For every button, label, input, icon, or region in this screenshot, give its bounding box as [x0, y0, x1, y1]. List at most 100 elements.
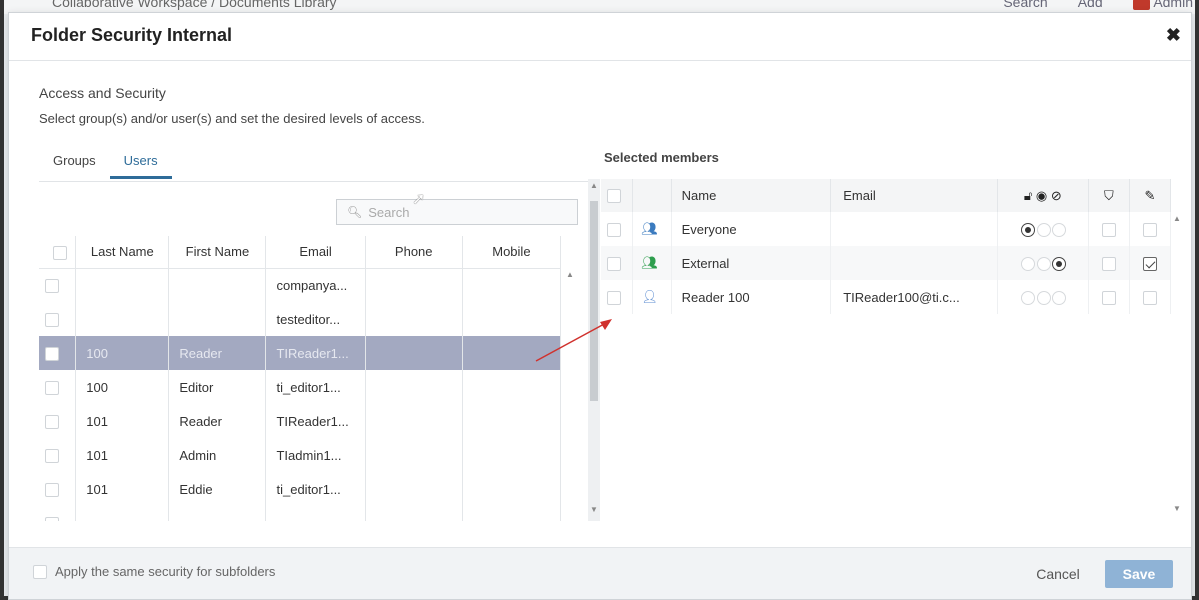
search-input[interactable]: 🔍︎ Search	[336, 199, 578, 225]
save-button[interactable]: Save	[1105, 560, 1173, 588]
access-full-radio[interactable]	[1021, 222, 1036, 237]
member-checkbox[interactable]	[601, 212, 634, 246]
column-mobile[interactable]: Mobile	[462, 236, 562, 269]
frame-border-right	[1195, 0, 1199, 600]
background-user: Admin	[1132, 0, 1193, 10]
access-radio-group	[997, 280, 1089, 314]
cell-last-name: 101	[75, 472, 170, 506]
members-table-scrollbar[interactable]: ▲ ▼	[1171, 212, 1183, 519]
column-email[interactable]: Email	[265, 236, 366, 269]
column-last-name[interactable]: Last Name	[75, 236, 170, 269]
bookmark-checkbox[interactable]	[1088, 246, 1130, 280]
table-row[interactable]	[39, 506, 562, 521]
apply-subfolders-option[interactable]: Apply the same security for subfolders	[33, 564, 275, 579]
row-checkbox[interactable]	[39, 404, 77, 438]
tab-groups[interactable]: Groups	[39, 151, 110, 179]
member-name: Reader 100	[671, 280, 832, 314]
access-view-radio[interactable]	[1036, 290, 1051, 305]
edit-checkbox[interactable]	[1129, 212, 1172, 246]
scroll-up-arrow-icon[interactable]: ▲	[566, 270, 574, 279]
scroll-up-arrow-icon[interactable]: ▲	[590, 181, 598, 190]
row-checkbox[interactable]	[39, 438, 77, 472]
cell-phone	[365, 268, 463, 302]
members-table-header: Name Email 🔓︎ ◉ ⊘ ⛉ ✎	[601, 179, 1172, 212]
column-name[interactable]: Name	[671, 179, 832, 212]
table-row[interactable]: 101 Reader TIReader1...	[39, 404, 562, 438]
cell-last-name	[75, 268, 170, 302]
table-row[interactable]: 101 Eddie ti_editor1...	[39, 472, 562, 506]
column-first-name[interactable]: First Name	[168, 236, 267, 269]
column-email[interactable]: Email	[830, 179, 998, 212]
cell-email: TIReader1...	[265, 404, 366, 438]
access-view-radio[interactable]	[1036, 256, 1051, 271]
no-access-icon: ⊘	[1050, 187, 1062, 203]
table-row[interactable]: testeditor...	[39, 302, 562, 336]
dialog-footer: Apply the same security for subfolders C…	[9, 547, 1191, 599]
select-all-checkbox[interactable]	[39, 236, 77, 269]
selected-members-table: Name Email 🔓︎ ◉ ⊘ ⛉ ✎ 👥︎ Everyone 👥︎ Ext…	[601, 179, 1172, 314]
cell-first-name: Editor	[168, 370, 267, 404]
cell-phone	[365, 472, 463, 506]
selected-members-title: Selected members	[604, 150, 719, 165]
cell-phone	[365, 336, 463, 370]
bookmark-checkbox[interactable]	[1088, 212, 1130, 246]
cell-email: companya...	[265, 268, 366, 302]
cell-phone	[365, 438, 463, 472]
cell-last-name: 101	[75, 438, 170, 472]
access-none-radio[interactable]	[1052, 222, 1067, 237]
cell-last-name: 101	[75, 404, 170, 438]
edit-checkbox[interactable]	[1129, 280, 1172, 314]
tab-bar: Groups Users	[39, 151, 172, 179]
cell-phone	[365, 404, 463, 438]
selected-members-panel: Name Email 🔓︎ ◉ ⊘ ⛉ ✎ 👥︎ Everyone 👥︎ Ext…	[601, 179, 1183, 519]
access-level-column: 🔓︎ ◉ ⊘	[997, 179, 1089, 212]
cell-first-name: Eddie	[168, 472, 267, 506]
table-row[interactable]: 101 Admin TIadmin1...	[39, 438, 562, 472]
member-row[interactable]: 👤︎ Reader 100 TIReader100@ti.c...	[601, 280, 1172, 314]
annotation-arrow	[535, 319, 612, 362]
row-checkbox[interactable]	[39, 268, 77, 302]
apply-subfolders-checkbox[interactable]	[33, 564, 47, 579]
access-view-radio[interactable]	[1036, 222, 1051, 237]
scroll-down-arrow-icon[interactable]: ▼	[1173, 504, 1181, 513]
column-phone[interactable]: Phone	[365, 236, 463, 269]
search-placeholder: Search	[368, 204, 410, 220]
edit-checkbox[interactable]	[1129, 246, 1172, 280]
select-all-members-checkbox[interactable]	[601, 179, 634, 212]
access-full-radio[interactable]	[1021, 256, 1036, 271]
cancel-button[interactable]: Cancel	[1023, 560, 1093, 588]
row-checkbox[interactable]	[39, 472, 77, 506]
row-checkbox[interactable]	[39, 302, 77, 336]
users-table-scrollbar[interactable]: ▲	[563, 268, 577, 521]
member-row[interactable]: 👥︎ External	[601, 246, 1172, 280]
section-description: Select group(s) and/or user(s) and set t…	[39, 111, 425, 126]
access-none-radio[interactable]	[1052, 256, 1067, 271]
close-icon[interactable]: ✖	[1166, 25, 1181, 46]
access-radio-group	[997, 212, 1089, 246]
access-none-radio[interactable]	[1052, 290, 1067, 305]
users-panel: 🔍︎ Search Last Name First Name Email Pho…	[39, 182, 585, 521]
users-table-header: Last Name First Name Email Phone Mobile	[39, 236, 562, 269]
group-icon: 👥︎	[632, 212, 672, 246]
member-checkbox[interactable]	[601, 246, 634, 280]
tab-users[interactable]: Users	[109, 151, 172, 179]
cell-first-name	[168, 268, 267, 302]
cell-mobile	[462, 268, 562, 302]
cell-email: testeditor...	[265, 302, 366, 336]
table-row[interactable]: 100 Editor ti_editor1...	[39, 370, 562, 404]
row-checkbox[interactable]	[39, 370, 77, 404]
scroll-up-arrow-icon[interactable]: ▲	[1173, 214, 1181, 223]
table-row-selected[interactable]: 100 Reader TIReader1...	[39, 336, 562, 370]
member-checkbox[interactable]	[601, 280, 634, 314]
scroll-down-arrow-icon[interactable]: ▼	[590, 505, 598, 514]
row-checkbox[interactable]	[39, 336, 77, 370]
background-search: Search	[1003, 0, 1048, 10]
table-row[interactable]: companya...	[39, 268, 562, 302]
cell-mobile	[462, 472, 562, 506]
access-full-radio[interactable]	[1021, 290, 1036, 305]
bookmark-checkbox[interactable]	[1088, 280, 1130, 314]
cell-last-name	[75, 302, 170, 336]
row-checkbox[interactable]	[39, 506, 77, 521]
member-row[interactable]: 👥︎ Everyone	[601, 212, 1172, 246]
bookmark-column: ⛉	[1088, 179, 1130, 212]
